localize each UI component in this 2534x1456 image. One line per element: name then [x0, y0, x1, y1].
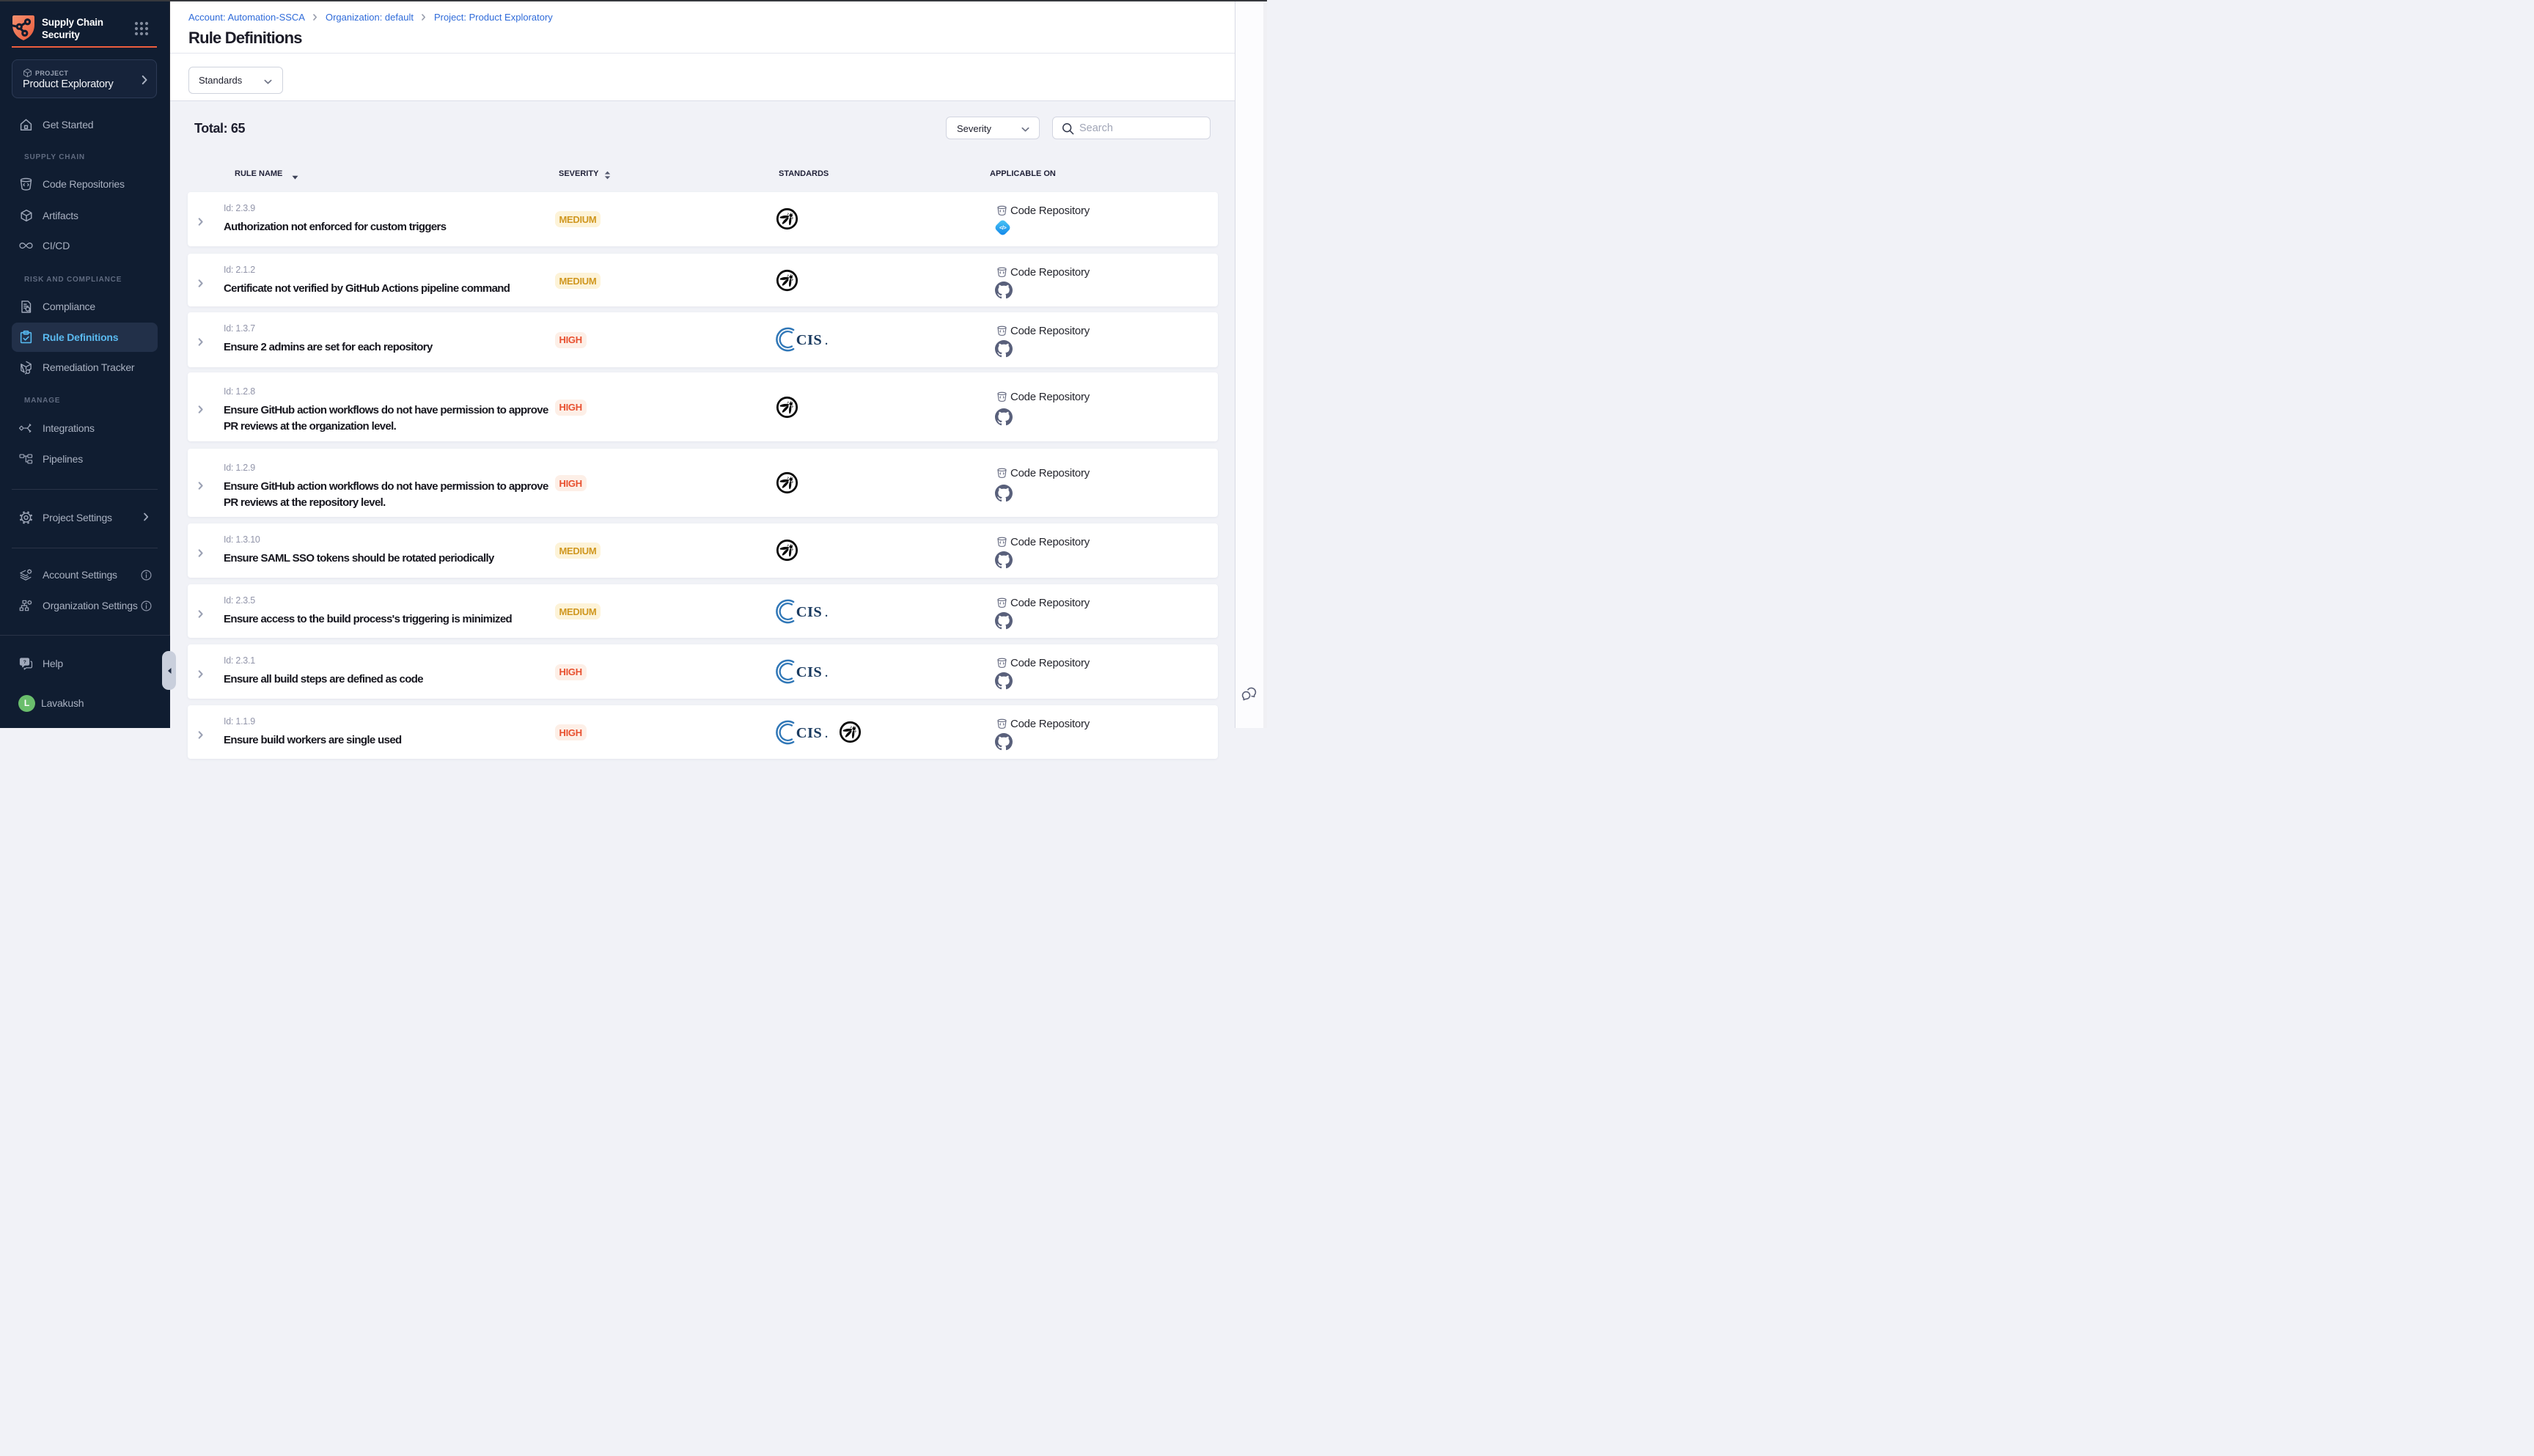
- svg-text:CIS: CIS: [796, 603, 823, 619]
- svg-text:?: ?: [23, 660, 26, 665]
- svg-text:CIS: CIS: [796, 332, 823, 348]
- svg-text:CIS: CIS: [796, 664, 823, 680]
- svg-text:CIS: CIS: [796, 724, 823, 740]
